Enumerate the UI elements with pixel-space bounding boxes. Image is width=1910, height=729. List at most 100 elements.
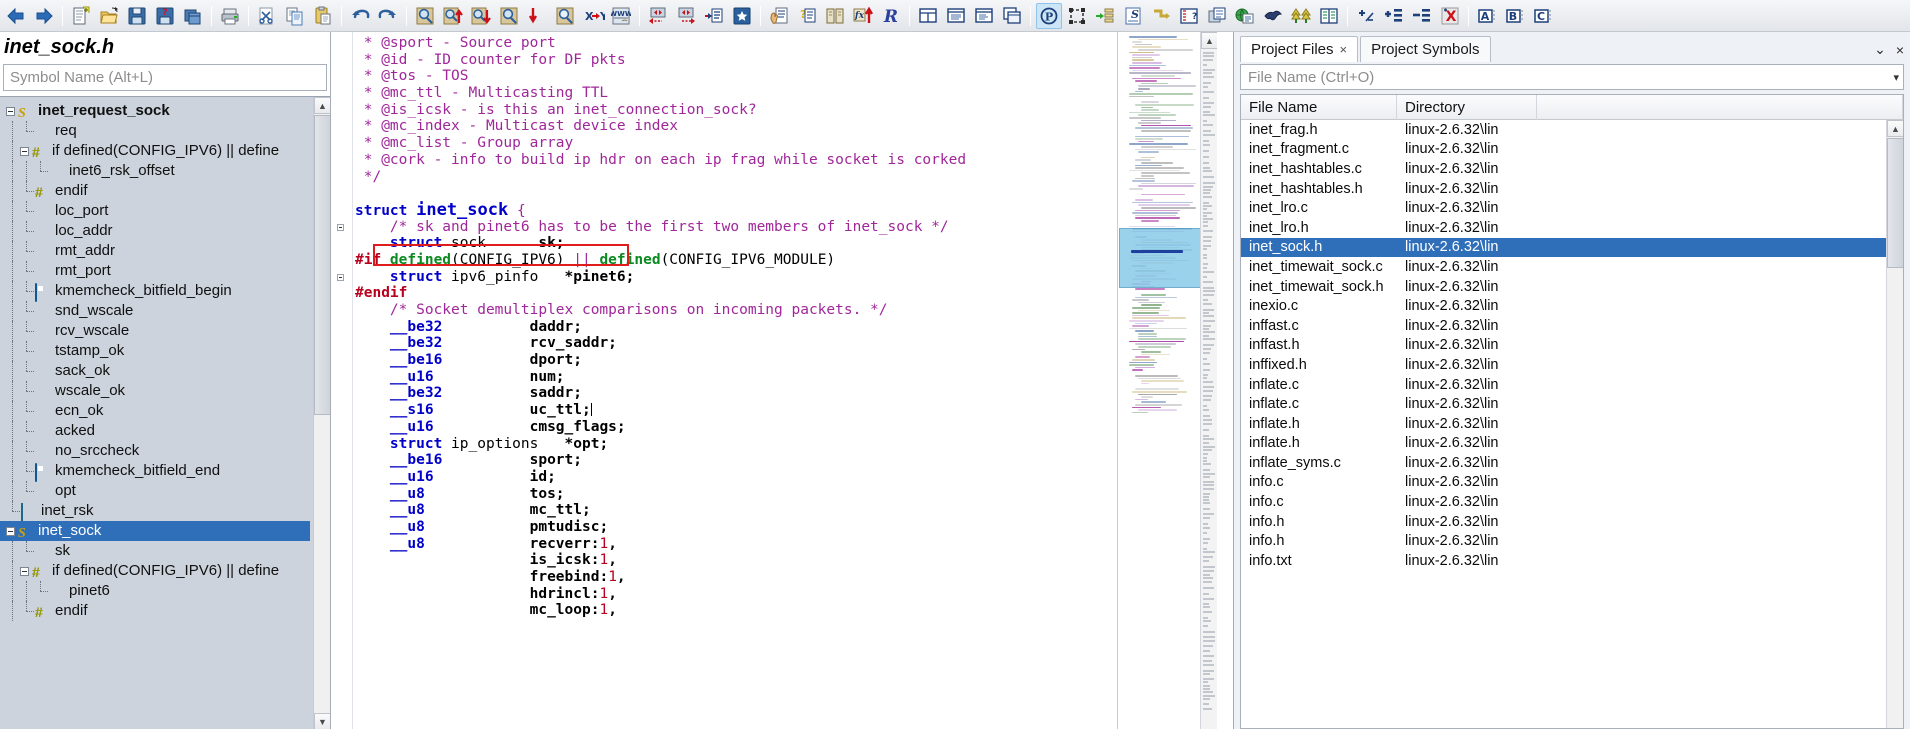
project-window-icon[interactable] <box>822 3 848 29</box>
tree-item-inet6_rsk_offset[interactable]: inet6_rsk_offset <box>0 161 310 181</box>
table-vertical-scrollbar[interactable]: ▲ <box>1886 120 1903 728</box>
tree-collapse-icon[interactable] <box>6 526 15 536</box>
scrollbar-thumb[interactable] <box>1887 138 1903 268</box>
code-line[interactable]: /* Socket demultiplex comparisons on inc… <box>355 302 1116 319</box>
tree-item-rmt_port[interactable]: rmt_port <box>0 261 310 281</box>
code-line[interactable]: * @mc_list - Group array <box>355 135 1116 152</box>
fold-marker-icon[interactable] <box>337 274 344 281</box>
table-row[interactable]: inet_frag.h linux-2.6.32\lin <box>1241 120 1903 140</box>
tree-item-sack_ok[interactable]: sack_ok <box>0 361 310 381</box>
code-line[interactable]: __u16 id; <box>355 469 1116 486</box>
tree-item-snd_wscale[interactable]: snd_wscale <box>0 301 310 321</box>
table-body[interactable]: inet_frag.h linux-2.6.32\lin inet_fragment… <box>1241 120 1903 571</box>
file-name-filter-input[interactable]: File Name (Ctrl+O) ▾ <box>1240 64 1904 90</box>
jump-forward-icon[interactable] <box>673 3 699 29</box>
syntax-format-icon[interactable]: ? <box>1176 3 1202 29</box>
tree-item-ecn_ok[interactable]: ecn_ok <box>0 401 310 421</box>
table-row[interactable]: inffixed.h linux-2.6.32\lin <box>1241 355 1903 375</box>
code-line[interactable]: __u8 tos; <box>355 486 1116 503</box>
table-row[interactable]: inet_lro.h linux-2.6.32\lin <box>1241 218 1903 238</box>
tree-item-endif[interactable]: # endif <box>0 181 310 201</box>
scroll-up-icon[interactable]: ▲ <box>314 97 330 114</box>
back-icon[interactable] <box>3 3 29 29</box>
fold-marker-icon[interactable] <box>337 224 344 231</box>
tree-item-if-defined-config_ipv6-----d[interactable]: # if defined(CONFIG_IPV6) || define <box>0 561 310 581</box>
indent-icon[interactable] <box>1092 3 1118 29</box>
tree-item-pinet6[interactable]: pinet6 <box>0 581 310 601</box>
search-files-icon[interactable] <box>496 3 522 29</box>
code-line[interactable]: __be32 daddr; <box>355 319 1116 336</box>
bookmark-c-icon[interactable]: C <box>1530 3 1556 29</box>
chevron-down-icon[interactable]: ▾ <box>1893 71 1899 84</box>
paragraph-marks-icon[interactable]: P <box>1036 2 1062 29</box>
sync-web-icon[interactable] <box>1232 3 1258 29</box>
code-line[interactable]: __u16 num; <box>355 369 1116 386</box>
tree-item-req[interactable]: req <box>0 121 310 141</box>
code-line[interactable]: is_icsk:1, <box>355 552 1116 569</box>
tree-item-opt[interactable]: opt <box>0 481 310 501</box>
tree-item-sk[interactable]: sk <box>0 541 310 561</box>
code-line[interactable]: /* sk and pinet6 has to be the first two… <box>355 219 1116 236</box>
smart-rename-icon[interactable]: S <box>1120 3 1146 29</box>
jump-back-icon[interactable] <box>645 3 671 29</box>
add-remove-icon[interactable] <box>1353 3 1379 29</box>
undo-icon[interactable] <box>347 3 373 29</box>
tree-collapse-icon[interactable] <box>20 146 29 156</box>
table-row[interactable]: info.txt linux-2.6.32\lin <box>1241 551 1903 571</box>
code-line[interactable]: * @tos - TOS <box>355 68 1116 85</box>
code-line[interactable]: * @id - ID counter for DF pkts <box>355 52 1116 69</box>
search-again-icon[interactable] <box>524 3 550 29</box>
tree-item-rmt_addr[interactable]: rmt_addr <box>0 241 310 261</box>
tree-item-rcv_wscale[interactable]: rcv_wscale <box>0 321 310 341</box>
scroll-down-icon[interactable]: ▼ <box>314 713 330 729</box>
clone-window-icon[interactable] <box>999 3 1025 29</box>
table-row[interactable]: inffast.c linux-2.6.32\lin <box>1241 316 1903 336</box>
column-header-file-name[interactable]: File Name <box>1241 95 1397 120</box>
table-row[interactable]: info.h linux-2.6.32\lin <box>1241 512 1903 532</box>
code-overview-minimap[interactable]: ▲ <box>1117 32 1217 729</box>
tree-collapse-icon[interactable] <box>20 566 29 576</box>
code-line[interactable]: */ <box>355 169 1116 186</box>
save-icon[interactable] <box>124 3 150 29</box>
close-icon[interactable]: × <box>1340 37 1348 63</box>
code-line[interactable]: __u8 mc_ttl; <box>355 502 1116 519</box>
code-line[interactable]: struct ipv6_pinfo *pinet6; <box>355 269 1116 286</box>
browse-web-icon[interactable]: WWW <box>608 3 634 29</box>
table-row[interactable]: inet_timewait_sock.h linux-2.6.32\lin <box>1241 277 1903 297</box>
code-line[interactable]: __be16 sport; <box>355 452 1116 469</box>
table-row[interactable]: inet_fragment.c linux-2.6.32\lin <box>1241 140 1903 160</box>
reformat-icon[interactable] <box>1148 3 1174 29</box>
source-dynamics-icon[interactable] <box>1260 3 1286 29</box>
table-row[interactable]: info.h linux-2.6.32\lin <box>1241 531 1903 551</box>
symbol-window-icon[interactable] <box>971 3 997 29</box>
scroll-up-icon[interactable]: ▲ <box>1887 120 1903 137</box>
code-line[interactable]: * @sport - Source port <box>355 35 1116 52</box>
context-window-icon[interactable] <box>943 3 969 29</box>
table-row[interactable]: inet_lro.c linux-2.6.32\lin <box>1241 198 1903 218</box>
code-line[interactable]: struct sock sk; <box>355 235 1116 252</box>
code-line[interactable]: freebind:1, <box>355 569 1116 586</box>
add-list-icon[interactable] <box>1381 3 1407 29</box>
code-line[interactable]: * @is_icsk - is this an inet_connection_… <box>355 102 1116 119</box>
code-line[interactable]: __be16 dport; <box>355 352 1116 369</box>
table-row[interactable]: inflate.c linux-2.6.32\lin <box>1241 394 1903 414</box>
tree-item-kmemcheck_bitfield_end[interactable]: kmemcheck_bitfield_end <box>0 461 310 482</box>
open-file-icon[interactable] <box>96 3 122 29</box>
compare-files-icon[interactable] <box>1288 3 1314 29</box>
tree-item-no_srccheck[interactable]: no_srccheck <box>0 441 310 461</box>
print-icon[interactable] <box>217 3 243 29</box>
search-backward-icon[interactable] <box>440 3 466 29</box>
close-file-icon[interactable] <box>180 3 206 29</box>
function-jump-icon[interactable]: fx <box>850 3 876 29</box>
table-row[interactable]: inet_hashtables.h linux-2.6.32\lin <box>1241 179 1903 199</box>
browse-symbols-icon[interactable] <box>766 3 792 29</box>
cut-icon[interactable] <box>254 3 280 29</box>
search-icon[interactable] <box>412 3 438 29</box>
code-line[interactable]: #if defined(CONFIG_IPV6) || defined(CONF… <box>355 252 1116 269</box>
table-row[interactable]: info.c linux-2.6.32\lin <box>1241 492 1903 512</box>
code-line[interactable]: __be32 saddr; <box>355 385 1116 402</box>
tree-item-acked[interactable]: acked <box>0 421 310 441</box>
table-row[interactable]: inet_hashtables.c linux-2.6.32\lin <box>1241 159 1903 179</box>
table-row[interactable]: inflate.h linux-2.6.32\lin <box>1241 414 1903 434</box>
table-row[interactable]: inet_timewait_sock.c linux-2.6.32\lin <box>1241 257 1903 277</box>
